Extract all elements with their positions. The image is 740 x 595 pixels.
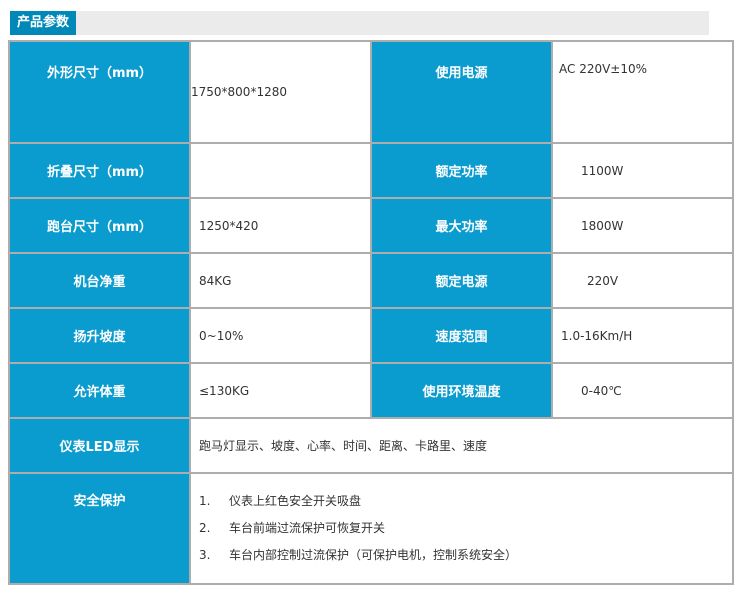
spec-label: 使用电源 <box>370 40 553 144</box>
spec-value: 跑马灯显示、坡度、心率、时间、距离、卡路里、速度 <box>189 417 734 474</box>
table-row: 扬升坡度 0~10% 速度范围 1.0-16Km/H <box>8 307 734 364</box>
section-title-tab: 产品参数 <box>10 11 76 35</box>
spec-label: 外形尺寸（mm） <box>8 40 191 144</box>
spec-label: 机台净重 <box>8 252 191 309</box>
table-row: 安全保护 1. 仪表上红色安全开关吸盘 2. 车台前端过流保护可恢复开关 3. 车台内… <box>8 472 734 585</box>
list-item: 3. 车台内部控制过流保护（可保护电机，控制系统安全） <box>199 542 732 569</box>
list-item-number: 2. <box>199 521 211 535</box>
section-header-bar <box>10 11 709 35</box>
list-item-text: 车台前端过流保护可恢复开关 <box>229 521 386 535</box>
spec-value: 1750*800*1280 <box>189 40 372 144</box>
spec-label: 额定电源 <box>370 252 553 309</box>
product-spec-table: 外形尺寸（mm） 1750*800*1280 使用电源 AC 220V±10% … <box>8 40 734 585</box>
spec-label: 允许体重 <box>8 362 191 419</box>
spec-value: 84KG <box>189 252 372 309</box>
list-item-number: 3. <box>199 548 211 562</box>
safety-list-cell: 1. 仪表上红色安全开关吸盘 2. 车台前端过流保护可恢复开关 3. 车台内部控制过流… <box>189 472 734 585</box>
spec-value: 1.0-16Km/H <box>551 307 734 364</box>
table-row: 机台净重 84KG 额定电源 220V <box>8 252 734 309</box>
spec-label: 最大功率 <box>370 197 553 254</box>
table-row: 跑台尺寸（mm） 1250*420 最大功率 1800W <box>8 197 734 254</box>
spec-label: 扬升坡度 <box>8 307 191 364</box>
safety-feature-list: 1. 仪表上红色安全开关吸盘 2. 车台前端过流保护可恢复开关 3. 车台内部控制过流… <box>191 488 732 569</box>
spec-value: AC 220V±10% <box>551 40 734 144</box>
spec-value: 0~10% <box>189 307 372 364</box>
spec-value: 220V <box>551 252 734 309</box>
spec-value: 1100W <box>551 142 734 199</box>
list-item-text: 仪表上红色安全开关吸盘 <box>229 494 362 508</box>
spec-value: 1250*420 <box>189 197 372 254</box>
spec-label: 使用环境温度 <box>370 362 553 419</box>
list-item: 1. 仪表上红色安全开关吸盘 <box>199 488 732 515</box>
table-row: 允许体重 ≤130KG 使用环境温度 0-40℃ <box>8 362 734 419</box>
table-row: 折叠尺寸（mm） 额定功率 1100W <box>8 142 734 199</box>
list-item: 2. 车台前端过流保护可恢复开关 <box>199 515 732 542</box>
spec-label: 额定功率 <box>370 142 553 199</box>
spec-label: 仪表LED显示 <box>8 417 191 474</box>
spec-label: 折叠尺寸（mm） <box>8 142 191 199</box>
list-item-text: 车台内部控制过流保护（可保护电机，控制系统安全） <box>229 548 518 562</box>
spec-value: 1800W <box>551 197 734 254</box>
table-row: 仪表LED显示 跑马灯显示、坡度、心率、时间、距离、卡路里、速度 <box>8 417 734 474</box>
spec-value <box>189 142 372 199</box>
spec-label: 速度范围 <box>370 307 553 364</box>
spec-value: ≤130KG <box>189 362 372 419</box>
list-item-number: 1. <box>199 494 211 508</box>
spec-label: 跑台尺寸（mm） <box>8 197 191 254</box>
spec-value: 0-40℃ <box>551 362 734 419</box>
spec-label: 安全保护 <box>8 472 191 585</box>
table-row: 外形尺寸（mm） 1750*800*1280 使用电源 AC 220V±10% <box>8 40 734 144</box>
